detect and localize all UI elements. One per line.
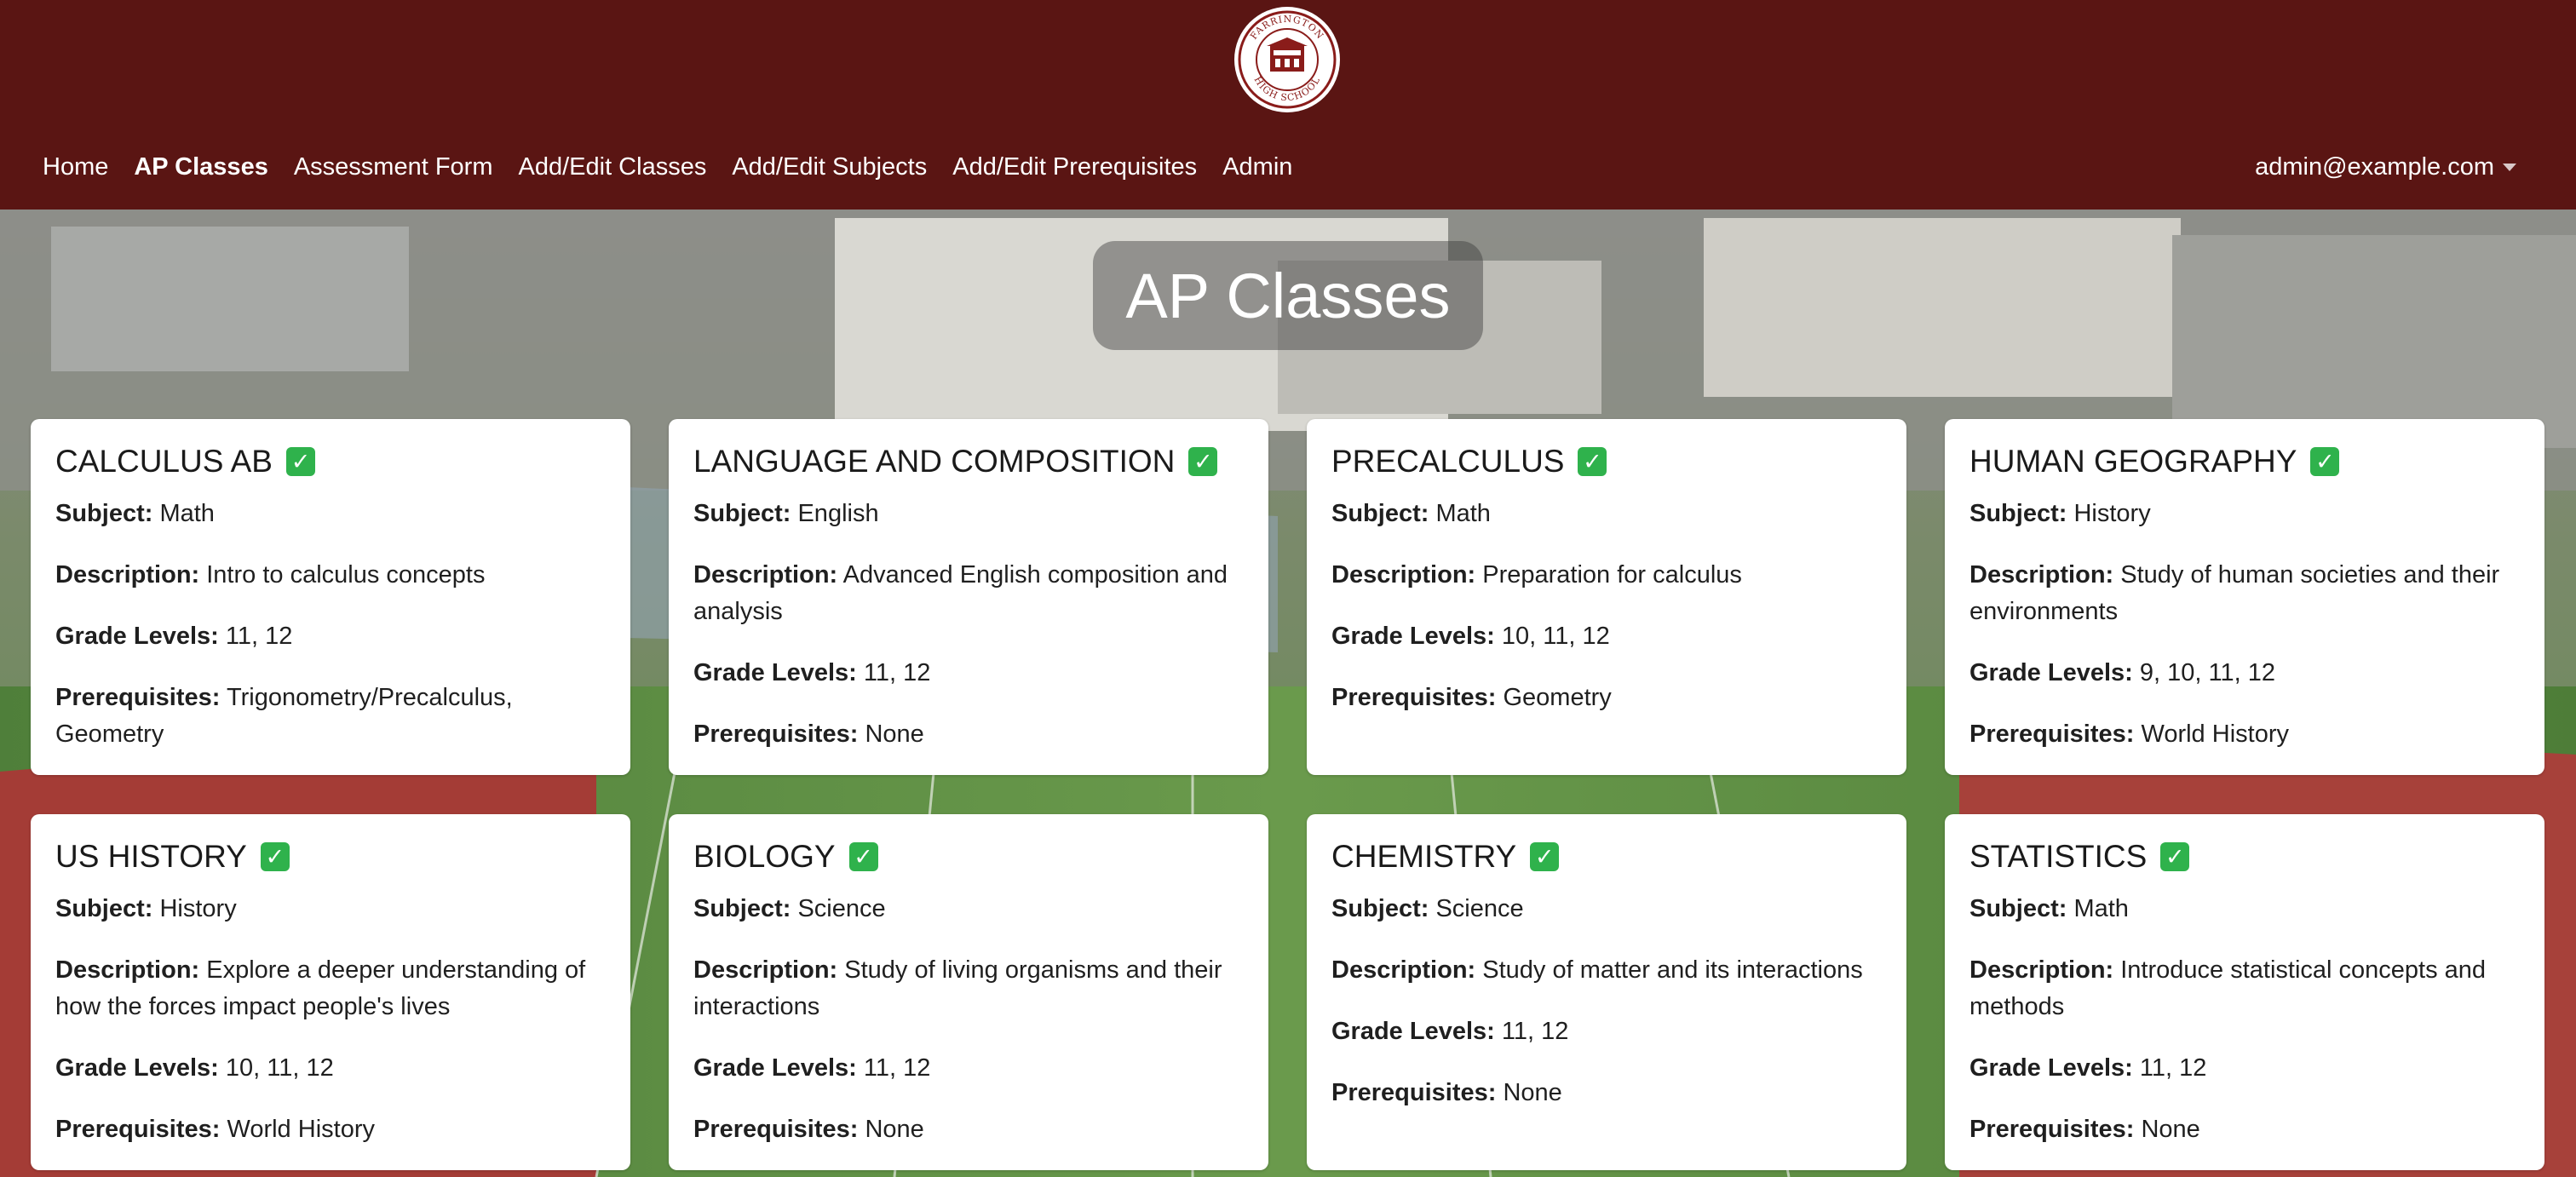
class-card: CALCULUS AB ✓ Subject: Math Description: … [31, 419, 630, 775]
class-name: CALCULUS AB [55, 444, 273, 479]
check-mark-icon: ✓ [1578, 447, 1607, 476]
class-description: Description: Preparation for calculus [1331, 561, 1742, 588]
class-prerequisites: Prerequisites: None [693, 721, 924, 748]
nav-assessment-form[interactable]: Assessment Form [294, 153, 493, 181]
school-logo[interactable]: FARRINGTON HIGH SCHOOL [1233, 5, 1342, 114]
class-name: HUMAN GEOGRAPHY [1969, 444, 2297, 479]
class-prerequisites: Prerequisites: Trigonometry/Precalculus,… [55, 684, 513, 748]
school-seal-icon: FARRINGTON HIGH SCHOOL [1234, 7, 1340, 112]
check-mark-icon: ✓ [2310, 447, 2340, 476]
nav-add-edit-subjects[interactable]: Add/Edit Subjects [732, 153, 927, 181]
class-description: Description: Advanced English compositio… [693, 561, 1228, 625]
class-prerequisites: Prerequisites: Geometry [1331, 684, 1612, 711]
class-card: BIOLOGY ✓ Subject: Science Description: S… [669, 814, 1268, 1170]
class-description: Description: Intro to calculus concepts [55, 561, 486, 588]
class-subject: Subject: Science [1331, 895, 1524, 922]
class-name: LANGUAGE AND COMPOSITION [693, 444, 1176, 479]
class-description: Description: Explore a deeper understand… [55, 956, 586, 1020]
class-grade-levels: Grade Levels: 11, 12 [55, 623, 293, 650]
class-subject: Subject: Science [693, 895, 886, 922]
nav-add-edit-prerequisites[interactable]: Add/Edit Prerequisites [952, 153, 1197, 181]
class-card: US HISTORY ✓ Subject: History Description… [31, 814, 630, 1170]
class-grade-levels: Grade Levels: 10, 11, 12 [55, 1054, 334, 1082]
class-subject: Subject: Math [1331, 500, 1491, 527]
class-card: CHEMISTRY ✓ Subject: Science Description:… [1307, 814, 1906, 1170]
class-prerequisites: Prerequisites: None [1969, 1116, 2200, 1143]
check-mark-icon: ✓ [848, 842, 878, 871]
class-name: BIOLOGY [693, 839, 836, 874]
nav-home[interactable]: Home [43, 153, 108, 181]
class-prerequisites: Prerequisites: None [693, 1116, 924, 1143]
class-name: STATISTICS [1969, 839, 2148, 874]
class-description: Description: Study of human societies an… [1969, 561, 2500, 625]
user-email: admin@example.com [2255, 152, 2494, 181]
class-prerequisites: Prerequisites: World History [1969, 721, 2289, 748]
check-mark-icon: ✓ [286, 447, 315, 476]
class-subject: Subject: History [55, 895, 237, 922]
class-card: HUMAN GEOGRAPHY ✓ Subject: History Descri… [1945, 419, 2544, 775]
class-grade-levels: Grade Levels: 11, 12 [693, 1054, 931, 1082]
class-card: STATISTICS ✓ Subject: Math Description: I… [1945, 814, 2544, 1170]
check-mark-icon: ✓ [260, 842, 290, 871]
class-name: PRECALCULUS [1331, 444, 1565, 479]
class-grade-levels: Grade Levels: 11, 12 [693, 659, 931, 686]
check-mark-icon: ✓ [1188, 447, 1218, 476]
class-subject: Subject: English [693, 500, 879, 527]
check-mark-icon: ✓ [1530, 842, 1560, 871]
class-subject: Subject: Math [1969, 895, 2129, 922]
class-grade-levels: Grade Levels: 9, 10, 11, 12 [1969, 659, 2275, 686]
class-prerequisites: Prerequisites: World History [55, 1116, 375, 1143]
caret-down-icon [2503, 163, 2516, 171]
nav-admin[interactable]: Admin [1222, 153, 1292, 181]
class-subject: Subject: Math [55, 500, 215, 527]
user-menu-dropdown[interactable]: admin@example.com [2255, 150, 2516, 184]
class-grade-levels: Grade Levels: 11, 12 [1969, 1054, 2207, 1082]
class-name: CHEMISTRY [1331, 839, 1517, 874]
top-navbar: FARRINGTON HIGH SCHOOL Home AP Classes A… [0, 0, 2576, 210]
main-nav: Home AP Classes Assessment Form Add/Edit… [43, 150, 1318, 184]
class-prerequisites: Prerequisites: None [1331, 1079, 1562, 1106]
check-mark-icon: ✓ [2160, 842, 2190, 871]
class-subject: Subject: History [1969, 500, 2151, 527]
class-description: Description: Study of matter and its int… [1331, 956, 1863, 984]
class-name: US HISTORY [55, 839, 247, 874]
class-card: PRECALCULUS ✓ Subject: Math Description: … [1307, 419, 1906, 775]
nav-ap-classes[interactable]: AP Classes [134, 153, 267, 181]
ap-class-grid: CALCULUS AB ✓ Subject: Math Description: … [31, 419, 2545, 1170]
class-grade-levels: Grade Levels: 10, 11, 12 [1331, 623, 1610, 650]
class-grade-levels: Grade Levels: 11, 12 [1331, 1018, 1569, 1045]
class-card: LANGUAGE AND COMPOSITION ✓ Subject: Engli… [669, 419, 1268, 775]
page-title: AP Classes [1125, 261, 1451, 331]
class-description: Description: Study of living organisms a… [693, 956, 1222, 1020]
nav-add-edit-classes[interactable]: Add/Edit Classes [519, 153, 707, 181]
class-description: Description: Introduce statistical conce… [1969, 956, 2487, 1020]
